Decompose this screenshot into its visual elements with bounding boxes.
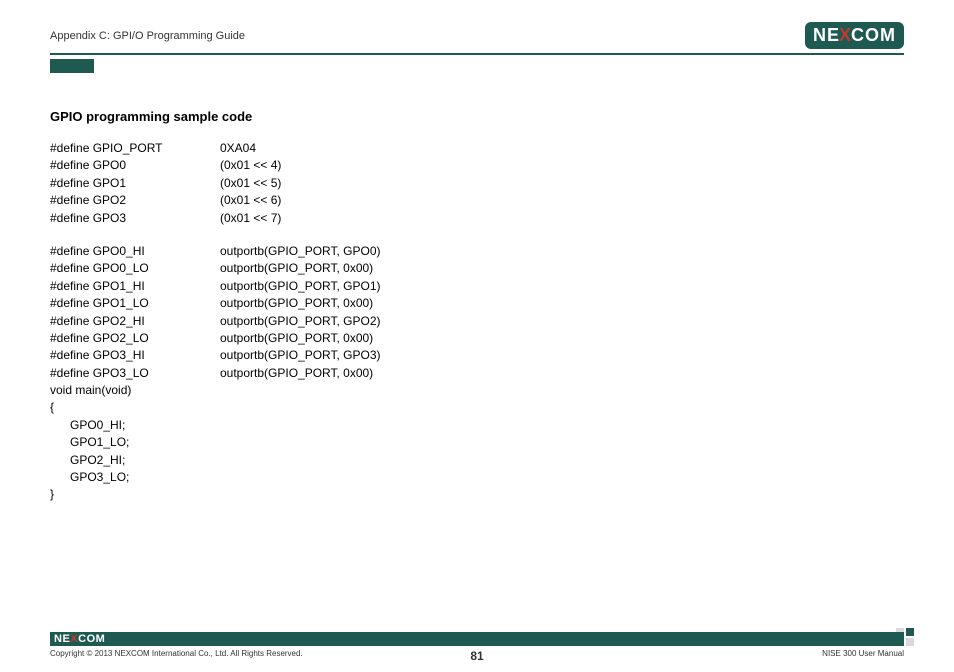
footer-logo: NEXCOM bbox=[50, 633, 105, 645]
code-row: #define GPO0_LOoutportb(GPIO_PORT, 0x00) bbox=[50, 260, 904, 277]
define-value: outportb(GPIO_PORT, GPO2) bbox=[220, 313, 381, 330]
define-name: #define GPO0 bbox=[50, 157, 220, 174]
tab-marker bbox=[50, 59, 94, 73]
define-name: #define GPO1_HI bbox=[50, 278, 220, 295]
logo-text-left: NE bbox=[813, 25, 840, 46]
code-row: #define GPO2_LOoutportb(GPIO_PORT, 0x00) bbox=[50, 330, 904, 347]
code-row: #define GPO2(0x01 << 6) bbox=[50, 192, 904, 209]
define-value: (0x01 << 7) bbox=[220, 210, 281, 227]
define-value: (0x01 << 4) bbox=[220, 157, 281, 174]
define-value: outportb(GPIO_PORT, 0x00) bbox=[220, 295, 373, 312]
brand-logo: NEXCOM bbox=[805, 22, 904, 49]
define-name: #define GPO0_LO bbox=[50, 260, 220, 277]
define-name: #define GPO0_HI bbox=[50, 243, 220, 260]
code-line: GPO3_LO; bbox=[50, 469, 904, 486]
code-block: #define GPIO_PORT0XA04#define GPO0(0x01 … bbox=[50, 140, 904, 504]
define-name: #define GPO3_LO bbox=[50, 365, 220, 382]
code-line: } bbox=[50, 486, 904, 503]
code-line: GPO1_LO; bbox=[50, 434, 904, 451]
define-value: outportb(GPIO_PORT, 0x00) bbox=[220, 260, 373, 277]
define-value: outportb(GPIO_PORT, GPO3) bbox=[220, 347, 381, 364]
define-value: outportb(GPIO_PORT, 0x00) bbox=[220, 365, 373, 382]
code-row: #define GPO1(0x01 << 5) bbox=[50, 175, 904, 192]
define-value: 0XA04 bbox=[220, 140, 256, 157]
code-row: #define GPO1_HIoutportb(GPIO_PORT, GPO1) bbox=[50, 278, 904, 295]
page-number: 81 bbox=[470, 649, 483, 663]
define-value: outportb(GPIO_PORT, GPO1) bbox=[220, 278, 381, 295]
define-name: #define GPO1_LO bbox=[50, 295, 220, 312]
define-name: #define GPO2_LO bbox=[50, 330, 220, 347]
define-name: #define GPO1 bbox=[50, 175, 220, 192]
content-title: GPIO programming sample code bbox=[50, 109, 904, 124]
manual-name: NISE 300 User Manual bbox=[822, 649, 904, 658]
code-row: #define GPO3_HIoutportb(GPIO_PORT, GPO3) bbox=[50, 347, 904, 364]
code-row: #define GPO0(0x01 << 4) bbox=[50, 157, 904, 174]
define-name: #define GPIO_PORT bbox=[50, 140, 220, 157]
define-value: (0x01 << 6) bbox=[220, 192, 281, 209]
code-row: #define GPO0_HIoutportb(GPIO_PORT, GPO0) bbox=[50, 243, 904, 260]
code-row: #define GPO2_HIoutportb(GPIO_PORT, GPO2) bbox=[50, 313, 904, 330]
define-value: outportb(GPIO_PORT, GPO0) bbox=[220, 243, 381, 260]
footer-text: Copyright © 2013 NEXCOM International Co… bbox=[50, 649, 904, 658]
define-name: #define GPO2 bbox=[50, 192, 220, 209]
define-name: #define GPO3 bbox=[50, 210, 220, 227]
copyright: Copyright © 2013 NEXCOM International Co… bbox=[50, 649, 303, 658]
code-row: #define GPO3(0x01 << 7) bbox=[50, 210, 904, 227]
define-name: #define GPO3_HI bbox=[50, 347, 220, 364]
page-header: Appendix C: GPI/O Programming Guide NEXC… bbox=[50, 22, 904, 55]
code-row: #define GPIO_PORT0XA04 bbox=[50, 140, 904, 157]
page-footer: NEXCOM Copyright © 2013 NEXCOM Internati… bbox=[50, 632, 904, 658]
code-row: #define GPO1_LOoutportb(GPIO_PORT, 0x00) bbox=[50, 295, 904, 312]
logo-text-right: COM bbox=[851, 25, 896, 46]
section-title: Appendix C: GPI/O Programming Guide bbox=[50, 30, 245, 42]
code-line: GPO0_HI; bbox=[50, 417, 904, 434]
code-row: #define GPO3_LOoutportb(GPIO_PORT, 0x00) bbox=[50, 365, 904, 382]
define-name: #define GPO2_HI bbox=[50, 313, 220, 330]
code-line: GPO2_HI; bbox=[50, 452, 904, 469]
define-value: outportb(GPIO_PORT, 0x00) bbox=[220, 330, 373, 347]
code-line: { bbox=[50, 399, 904, 416]
page: Appendix C: GPI/O Programming Guide NEXC… bbox=[0, 0, 954, 672]
define-value: (0x01 << 5) bbox=[220, 175, 281, 192]
footer-bar: NEXCOM bbox=[50, 632, 904, 646]
content-area: GPIO programming sample code #define GPI… bbox=[50, 73, 904, 504]
code-line: void main(void) bbox=[50, 382, 904, 399]
